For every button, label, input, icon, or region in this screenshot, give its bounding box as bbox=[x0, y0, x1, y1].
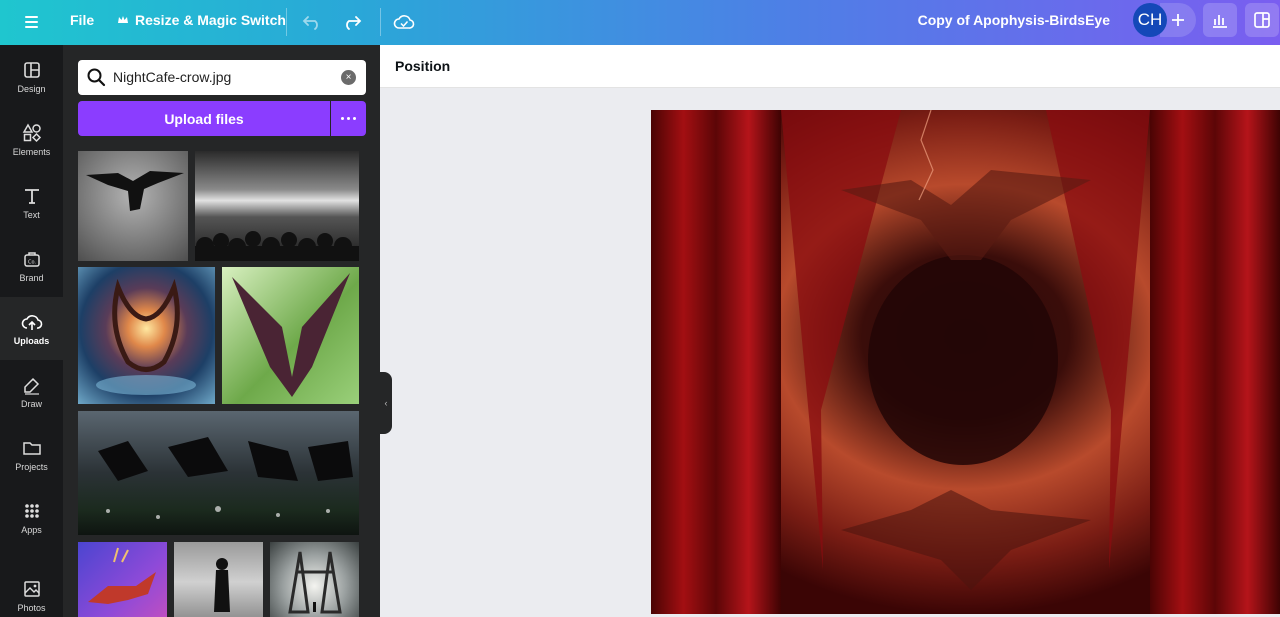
rail-label: Uploads bbox=[13, 335, 50, 346]
panel-icon[interactable] bbox=[1245, 3, 1279, 37]
upload-thumbnail[interactable] bbox=[174, 542, 263, 617]
rail-label: Draw bbox=[20, 398, 42, 409]
file-menu-button[interactable]: File bbox=[70, 12, 94, 28]
clear-search-icon[interactable]: × bbox=[341, 70, 356, 85]
rail-item-projects[interactable]: Projects bbox=[0, 423, 63, 486]
upload-thumbnail[interactable] bbox=[78, 411, 359, 535]
upload-thumbnail[interactable] bbox=[78, 151, 188, 261]
design-title[interactable]: Copy of Apophysis-BirdsEye bbox=[918, 12, 1110, 28]
rail-label: Brand bbox=[19, 272, 44, 283]
rail-item-apps[interactable]: Apps bbox=[0, 486, 63, 549]
search-input[interactable] bbox=[113, 68, 333, 86]
rail-label: Text bbox=[23, 209, 40, 220]
rail-item-text[interactable]: Text bbox=[0, 171, 63, 234]
rail-label: Apps bbox=[21, 524, 42, 535]
rail-label: Photos bbox=[17, 602, 46, 613]
undo-icon[interactable] bbox=[298, 8, 326, 36]
rail-item-brand[interactable]: Co. Brand bbox=[0, 234, 63, 297]
folder-icon bbox=[22, 441, 41, 455]
redo-icon[interactable] bbox=[338, 8, 366, 36]
rail-item-uploads[interactable]: Uploads bbox=[0, 297, 63, 360]
more-options-icon[interactable] bbox=[331, 101, 366, 136]
analytics-icon[interactable] bbox=[1203, 3, 1237, 37]
left-rail: Design Elements Text Co. Brand Uploads D… bbox=[0, 45, 63, 617]
resize-label: Resize & Magic Switch bbox=[135, 12, 286, 28]
editor-toolbar: Position bbox=[380, 45, 1280, 88]
collapse-panel-icon[interactable]: ‹ bbox=[380, 372, 392, 434]
top-bar: File Resize & Magic Switch Copy of Apoph… bbox=[0, 0, 1280, 45]
brand-icon: Co. bbox=[23, 251, 40, 267]
rail-item-elements[interactable]: Elements bbox=[0, 108, 63, 171]
photo-icon bbox=[23, 580, 40, 597]
upload-files-button[interactable]: Upload files bbox=[78, 101, 330, 136]
upload-thumbnail[interactable] bbox=[78, 542, 167, 617]
cloud-icon[interactable] bbox=[390, 8, 418, 36]
upload-icon bbox=[21, 314, 42, 330]
rail-item-design[interactable]: Design bbox=[0, 45, 63, 108]
avatar[interactable]: CH bbox=[1133, 3, 1167, 37]
text-icon bbox=[24, 188, 39, 204]
divider bbox=[380, 8, 381, 36]
svg-text:Co.: Co. bbox=[27, 259, 35, 265]
crown-icon bbox=[118, 16, 128, 23]
upload-thumbnail[interactable] bbox=[195, 151, 359, 261]
search-icon bbox=[87, 68, 106, 87]
position-button[interactable]: Position bbox=[395, 58, 450, 74]
search-box: × bbox=[78, 60, 366, 95]
rail-label: Design bbox=[17, 83, 46, 94]
draw-icon bbox=[23, 377, 39, 395]
divider bbox=[286, 8, 287, 36]
apps-icon bbox=[24, 503, 39, 518]
resize-magic-switch-button[interactable]: Resize & Magic Switch bbox=[117, 12, 286, 28]
uploads-panel: × Upload files bbox=[63, 45, 380, 617]
design-canvas-image[interactable] bbox=[651, 110, 1280, 614]
elements-icon bbox=[22, 122, 41, 142]
design-icon bbox=[23, 61, 40, 78]
upload-thumbnail[interactable] bbox=[222, 267, 359, 404]
rail-label: Elements bbox=[12, 146, 51, 157]
rail-label: Projects bbox=[15, 461, 48, 472]
menu-icon[interactable] bbox=[22, 11, 44, 33]
rail-item-photos[interactable]: Photos bbox=[0, 564, 63, 617]
upload-thumbnail[interactable] bbox=[270, 542, 359, 617]
rail-item-draw[interactable]: Draw bbox=[0, 360, 63, 423]
upload-thumbnail[interactable] bbox=[78, 267, 215, 404]
